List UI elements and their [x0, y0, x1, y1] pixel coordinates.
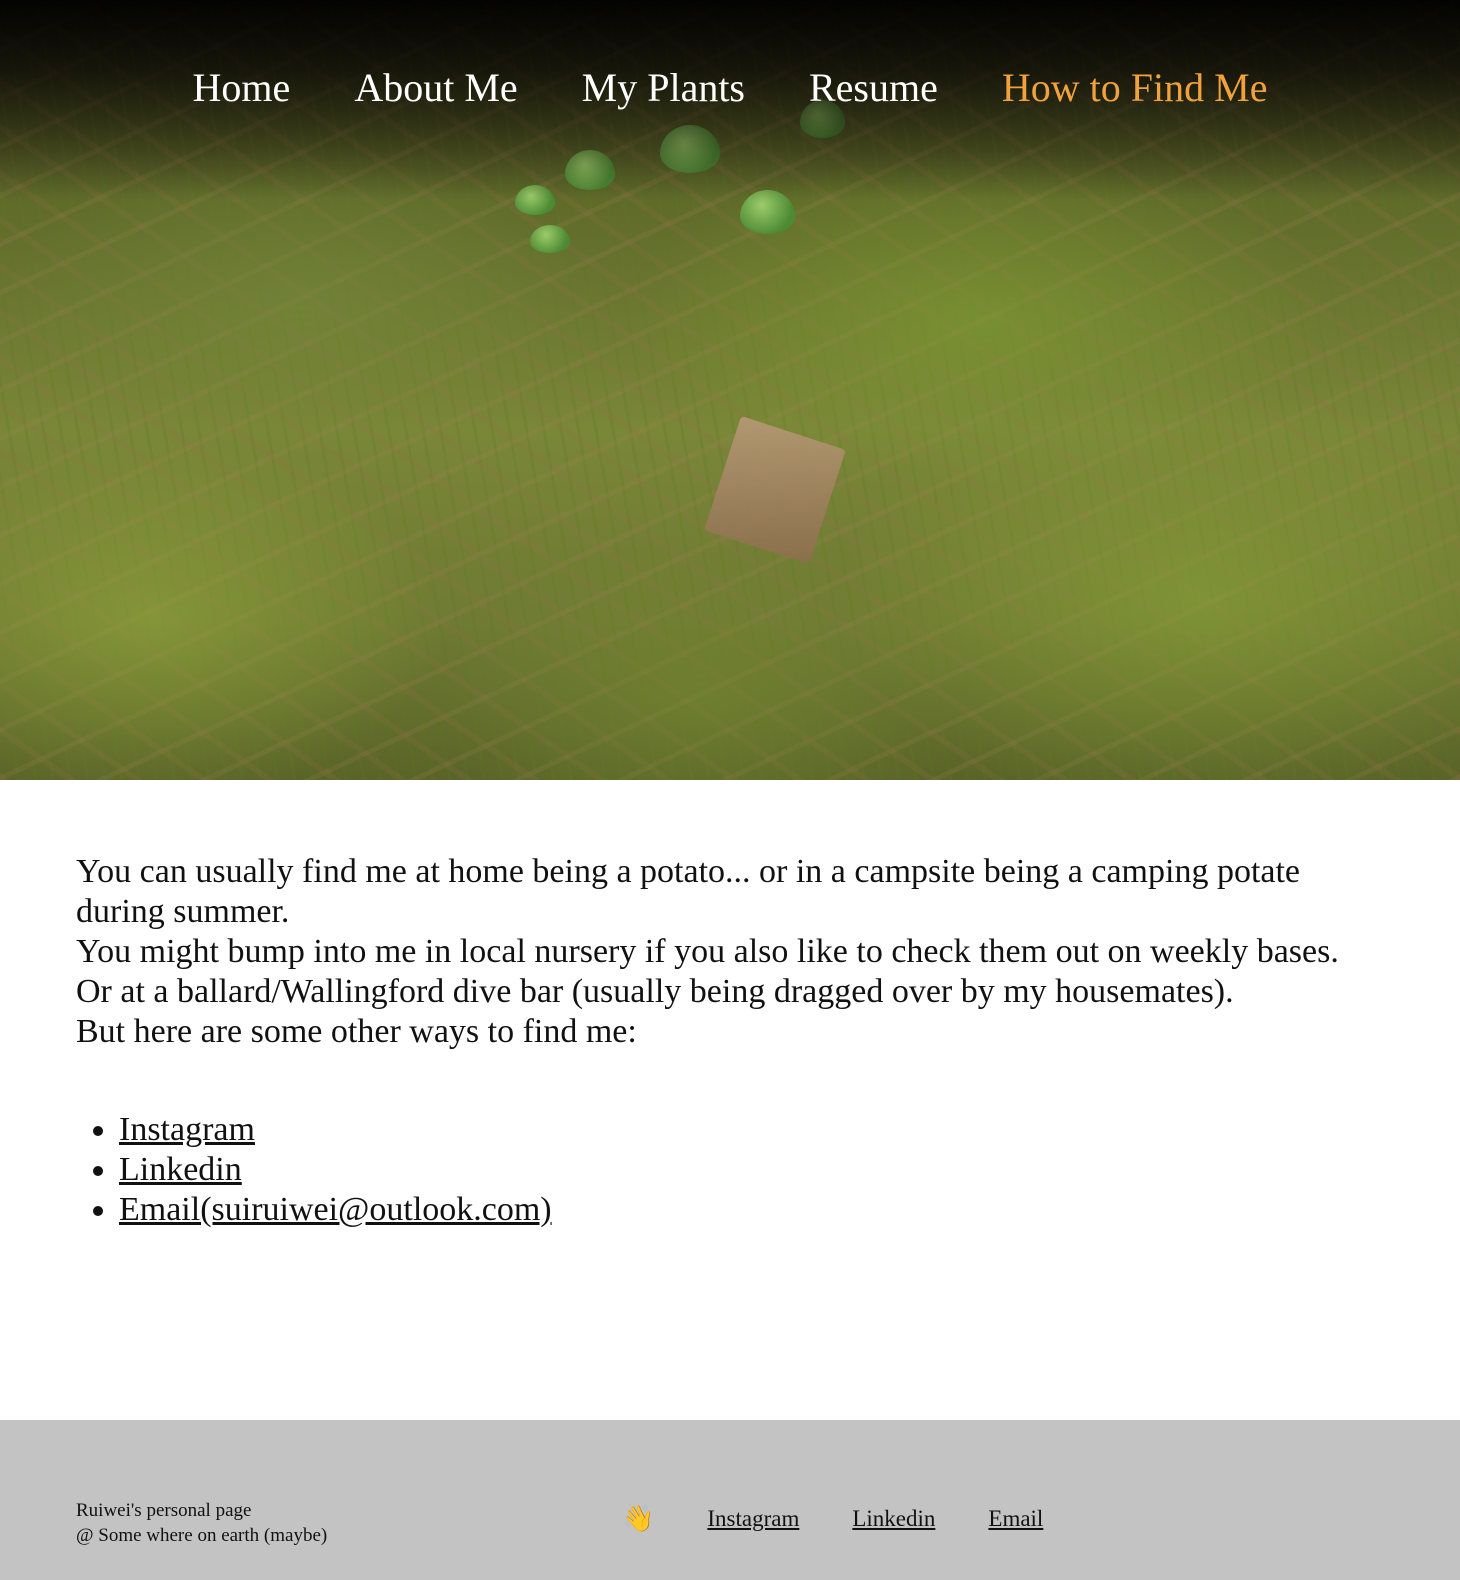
- footer-instagram-link[interactable]: Instagram: [707, 1506, 799, 1532]
- linkedin-link[interactable]: Linkedin: [119, 1151, 242, 1188]
- list-item: Email(suiruiwei@outlook.com): [119, 1190, 1376, 1230]
- list-item: Instagram: [119, 1110, 1376, 1150]
- intro-paragraph-1: You can usually find me at home being a …: [76, 853, 1301, 930]
- nav-how-to-find-me[interactable]: How to Find Me: [1002, 62, 1268, 114]
- footer-email-link[interactable]: Email: [988, 1506, 1043, 1532]
- nav-home[interactable]: Home: [193, 62, 291, 114]
- footer-site-name: Ruiwei's personal page: [76, 1500, 252, 1521]
- intro-paragraph-4: But here are some other ways to find me:: [76, 1013, 637, 1050]
- sprout-leaf: [565, 150, 615, 190]
- footer: Ruiwei's personal page @ Some where on e…: [0, 1420, 1460, 1580]
- bark-chip: [704, 415, 846, 565]
- footer-linkedin-link[interactable]: Linkedin: [852, 1506, 935, 1532]
- contact-links-list: Instagram Linkedin Email(suiruiwei@outlo…: [76, 1110, 1376, 1230]
- list-item: Linkedin: [119, 1150, 1376, 1190]
- nav-about-me[interactable]: About Me: [354, 62, 517, 114]
- sprout-leaf: [515, 185, 555, 215]
- sprout-leaf: [660, 125, 720, 173]
- waving-hand-icon: 👋: [622, 1504, 655, 1533]
- nav-resume[interactable]: Resume: [809, 62, 938, 114]
- main-nav: Home About Me My Plants Resume How to Fi…: [0, 62, 1460, 114]
- sprout-leaf: [740, 190, 795, 234]
- intro-paragraph-3: Or at a ballard/Wallingford dive bar (us…: [76, 973, 1234, 1010]
- footer-info: Ruiwei's personal page @ Some where on e…: [76, 1498, 327, 1548]
- hero-banner: [0, 0, 1460, 780]
- nav-my-plants[interactable]: My Plants: [582, 62, 745, 114]
- email-link[interactable]: Email(suiruiwei@outlook.com): [119, 1191, 552, 1228]
- footer-location: @ Some where on earth (maybe): [76, 1525, 328, 1546]
- footer-links: 👋 Instagram Linkedin Email: [622, 1504, 1043, 1534]
- intro-paragraph-2: You might bump into me in local nursery …: [76, 933, 1339, 970]
- sprout-leaf: [530, 225, 570, 253]
- main-content: You can usually find me at home being a …: [76, 852, 1376, 1230]
- instagram-link[interactable]: Instagram: [119, 1111, 255, 1148]
